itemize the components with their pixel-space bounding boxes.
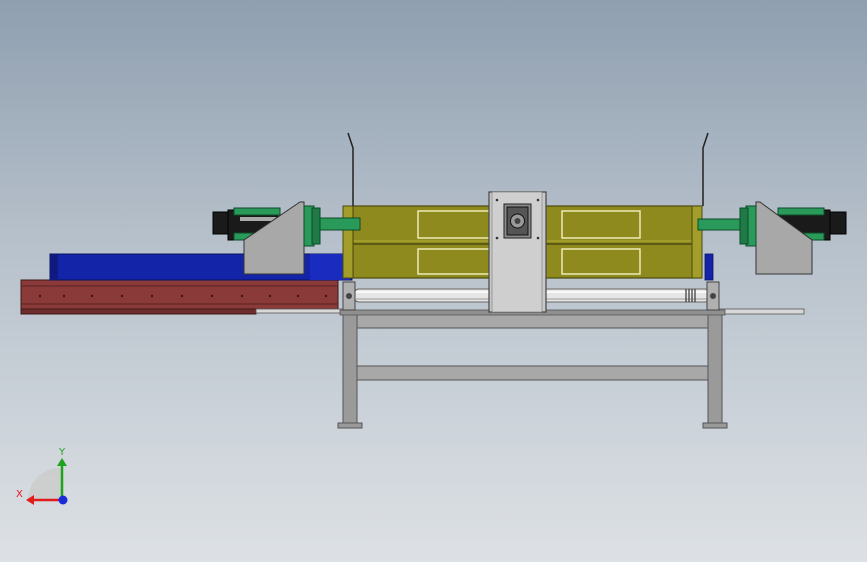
cad-viewport[interactable]: Y X xyxy=(0,0,867,562)
y-axis-label: Y xyxy=(58,447,66,458)
z-axis-dot xyxy=(58,495,68,505)
triad-plane-quadrant xyxy=(27,467,62,500)
coordinate-triad: Y X xyxy=(16,447,68,505)
y-arrowhead-icon xyxy=(57,458,67,466)
x-axis-label: X xyxy=(16,489,23,500)
